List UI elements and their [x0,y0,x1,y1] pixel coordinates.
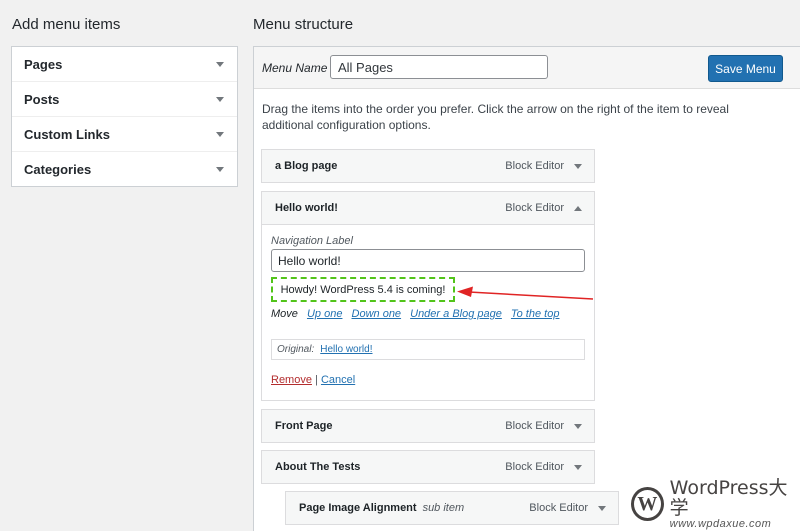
menu-header: Menu Name Save Menu [254,47,800,89]
action-separator: | [315,374,318,386]
chevron-down-icon[interactable] [574,464,582,470]
move-to-top-link[interactable]: To the top [511,308,560,320]
accordion-label: Posts [24,91,60,107]
wordpress-logo-icon: W [631,487,664,521]
add-menu-items-accordion: Pages Posts Custom Links Categories [11,46,238,187]
menu-item-type: Block Editor [505,202,564,214]
watermark: W WordPress大学 www.wpdaxue.com [631,478,800,530]
menu-item-title: Page Image Alignment sub item [299,502,529,514]
menu-item-settings: Navigation Label Howdy! WordPress 5.4 is… [261,225,595,401]
original-box: Original: Hello world! [271,339,585,360]
move-under-blog-link[interactable]: Under a Blog page [410,308,502,320]
move-row: Move Up one Down one Under a Blog page T… [271,308,565,320]
accordion-pages[interactable]: Pages [12,47,237,82]
move-up-one-link[interactable]: Up one [307,308,342,320]
chevron-down-icon[interactable] [574,163,582,169]
chevron-down-icon[interactable] [216,96,224,102]
watermark-title: WordPress大学 [669,477,788,519]
chevron-down-icon[interactable] [216,166,224,172]
menu-item-type: Block Editor [505,160,564,172]
drag-instructions: Drag the items into the order you prefer… [262,102,729,132]
navigation-label-caption: Navigation Label [271,235,353,247]
menu-item-front-page[interactable]: Front Page Block Editor [261,409,595,443]
howdy-notice: Howdy! WordPress 5.4 is coming! [271,277,455,302]
menu-item-title: About The Tests [275,461,361,473]
chevron-down-icon[interactable] [216,61,224,67]
menu-item-title: Hello world! [275,202,338,214]
menu-item-blog[interactable]: a Blog page Block Editor [261,149,595,183]
remove-link[interactable]: Remove [271,374,312,386]
chevron-down-icon[interactable] [574,423,582,429]
accordion-label: Categories [24,161,92,177]
accordion-label: Custom Links [24,126,110,142]
chevron-up-icon[interactable] [574,205,582,211]
menu-structure-title: Menu structure [253,16,354,33]
accordion-categories[interactable]: Categories [12,152,237,186]
sub-item-label: sub item [422,502,465,514]
chevron-down-icon[interactable] [598,505,606,511]
accordion-custom-links[interactable]: Custom Links [12,117,237,152]
original-label: Original: [277,344,315,355]
menu-item-type: Block Editor [529,502,588,514]
cancel-link[interactable]: Cancel [321,374,355,386]
watermark-url: www.wpdaxue.com [669,518,772,530]
add-menu-items-title: Add menu items [12,16,121,33]
menu-item-type: Block Editor [505,461,564,473]
original-link[interactable]: Hello world! [320,344,372,355]
menu-item-title-text: Page Image Alignment [299,502,417,514]
watermark-text: WordPress大学 www.wpdaxue.com [670,478,800,530]
menu-item-title: Front Page [275,420,333,432]
accordion-posts[interactable]: Posts [12,82,237,117]
arrow-head [457,286,473,297]
move-down-one-link[interactable]: Down one [352,308,402,320]
menu-item-about-the-tests[interactable]: About The Tests Block Editor [261,450,595,484]
save-menu-button[interactable]: Save Menu [708,55,783,82]
menu-name-input[interactable] [330,55,548,79]
menu-item-type: Block Editor [505,420,564,432]
red-arrow-annotation [457,286,594,300]
item-actions: Remove | Cancel [271,374,355,386]
arrow-shaft [468,291,594,300]
menu-item-title: a Blog page [275,160,338,172]
menu-item-hello-world[interactable]: Hello world! Block Editor [261,191,595,225]
menu-name-label: Menu Name [262,61,328,75]
move-label: Move [271,308,298,320]
navigation-label-input[interactable] [271,249,585,272]
chevron-down-icon[interactable] [216,131,224,137]
accordion-label: Pages [24,56,63,72]
menu-item-page-image-alignment[interactable]: Page Image Alignment sub item Block Edito… [285,491,619,525]
